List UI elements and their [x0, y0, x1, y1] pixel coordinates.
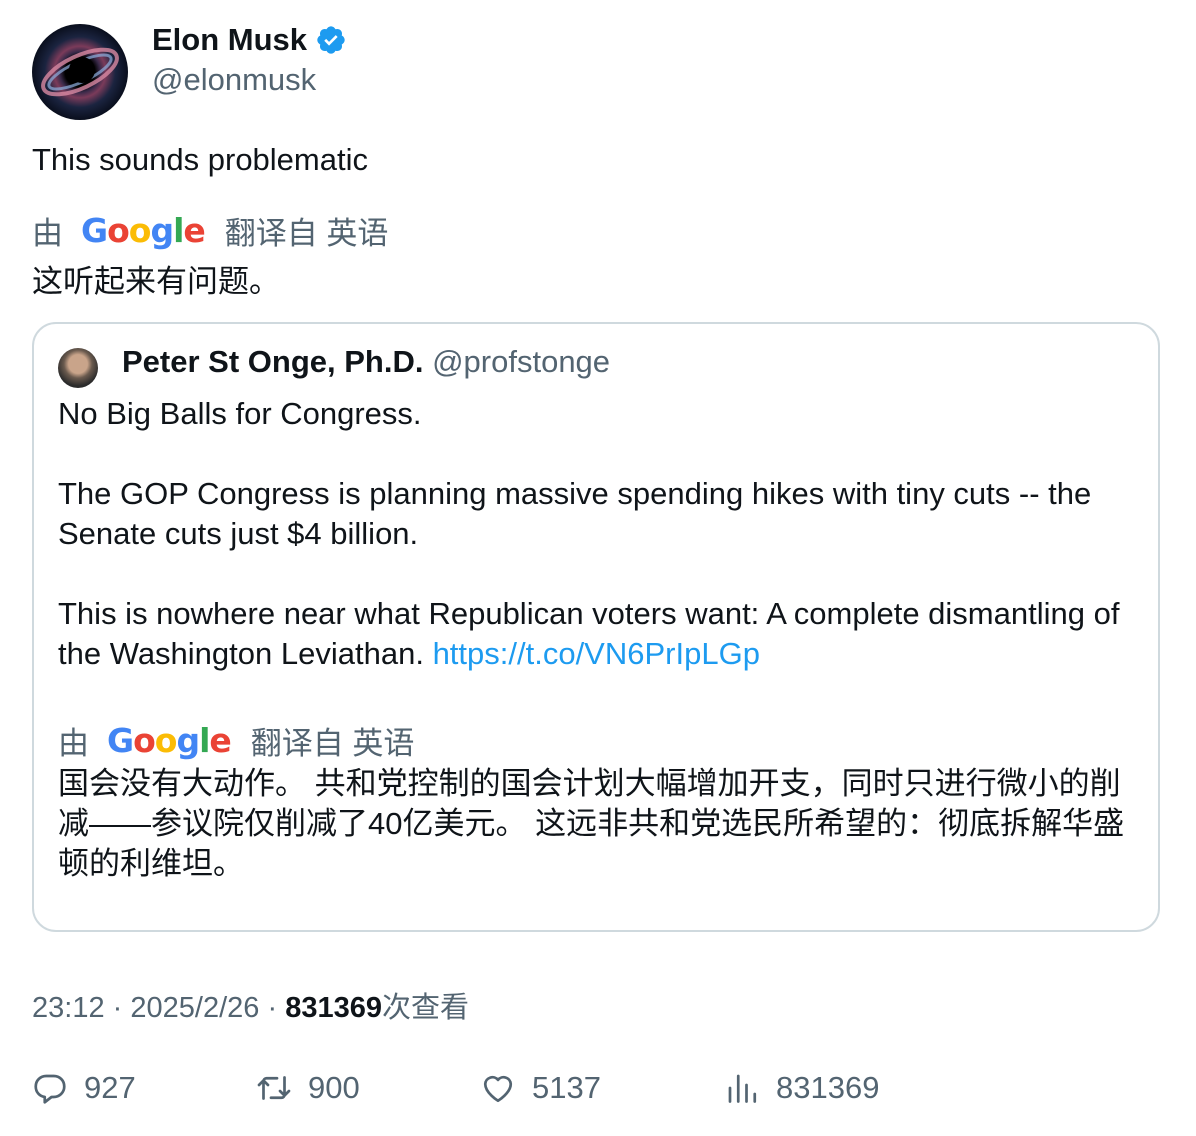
google-logo-icon: Google [107, 721, 232, 760]
reply-icon [34, 1074, 66, 1104]
tweet-time[interactable]: 23:12 [32, 992, 105, 1024]
quoted-author-handle[interactable]: @profstonge [432, 344, 610, 379]
meta-separator: · [112, 992, 123, 1024]
quoted-translation-source: 翻译自 英语 [250, 726, 415, 761]
quoted-tweet[interactable]: Peter St Onge, Ph.D. @profstonge No Big … [32, 322, 1160, 932]
view-count: 831369 [285, 992, 382, 1024]
translation-attribution: 由 Google 翻译自 英语 [32, 208, 388, 253]
analytics-icon [728, 1074, 757, 1103]
views-count: 831369 [776, 1070, 880, 1105]
author-name-row: Elon Musk [152, 22, 347, 58]
author-handle[interactable]: @elonmusk [152, 62, 316, 98]
quoted-translation-by: 由 [58, 726, 89, 761]
tweet-text: This sounds problematic [32, 142, 368, 177]
verified-badge-icon[interactable] [315, 24, 347, 56]
like-button[interactable]: 5137 [480, 1070, 601, 1106]
translation-by: 由 [32, 216, 63, 251]
quoted-paragraph: No Big Balls for Congress. [58, 396, 422, 431]
heart-icon [483, 1075, 513, 1103]
quoted-author-avatar[interactable] [58, 348, 98, 388]
google-logo-icon: Google [81, 211, 206, 250]
reply-button[interactable]: 927 [32, 1070, 136, 1106]
reply-count: 927 [84, 1070, 136, 1105]
author-name[interactable]: Elon Musk [152, 22, 307, 58]
quoted-link[interactable]: https://t.co/VN6PrIpLGp [433, 636, 760, 671]
quoted-translation-attribution: 由 Google 翻译自 英语 [58, 718, 414, 763]
quoted-author-header: Peter St Onge, Ph.D. @profstonge [122, 344, 610, 380]
translation-source: 翻译自 英语 [224, 216, 389, 251]
quoted-translated-text: 国会没有大动作。 共和党控制的国会计划大幅增加开支，同时只进行微小的削减——参议… [58, 766, 1125, 881]
meta-separator: · [267, 992, 278, 1024]
tweet-meta: 23:12 · 2025/2/26 · 831369次查看 [32, 984, 469, 1026]
quoted-paragraph: This is nowhere near what Republican vot… [58, 594, 1138, 674]
quoted-author-name[interactable]: Peter St Onge, Ph.D. [122, 344, 423, 379]
like-count: 5137 [532, 1070, 601, 1105]
author-avatar[interactable] [32, 24, 128, 120]
retweet-count: 900 [308, 1070, 360, 1105]
quoted-paragraph: The GOP Congress is planning massive spe… [58, 476, 1092, 551]
views-button[interactable]: 831369 [724, 1070, 879, 1106]
translated-text: 这听起来有问题。 [32, 264, 280, 299]
tweet-date[interactable]: 2025/2/26 [130, 992, 259, 1024]
quoted-tweet-text: No Big Balls for Congress. The GOP Congr… [58, 394, 1138, 674]
views-label: 次查看 [381, 992, 469, 1024]
retweet-icon [257, 1076, 291, 1100]
retweet-button[interactable]: 900 [256, 1070, 360, 1106]
